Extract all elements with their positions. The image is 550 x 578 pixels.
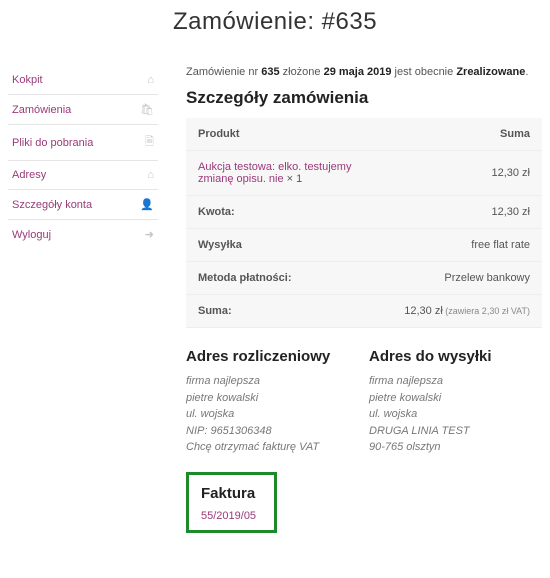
row-shipping: Wysyłka free flat rate bbox=[186, 229, 542, 262]
sidebar-item-account-details[interactable]: Szczegóły konta 👤 bbox=[8, 190, 158, 220]
dashboard-icon: ⌂ bbox=[147, 74, 154, 86]
billing-heading: Adres rozliczeniowy bbox=[186, 348, 359, 365]
account-icon: 👤 bbox=[140, 198, 154, 211]
shipping-heading: Adres do wysyłki bbox=[369, 348, 542, 365]
row-payment-method: Metoda płatności: Przelew bankowy bbox=[186, 262, 542, 295]
product-price: 12,30 zł bbox=[392, 151, 542, 196]
invoice-box: Faktura 55/2019/05 bbox=[186, 472, 277, 533]
order-status-line: Zamówienie nr 635 złożone 29 maja 2019 j… bbox=[186, 66, 542, 78]
orders-icon: 🛍 bbox=[140, 103, 154, 116]
sidebar-label: Adresy bbox=[12, 169, 46, 181]
account-sidebar: Kokpit ⌂ Zamówienia 🛍 Pliki do pobrania … bbox=[8, 66, 158, 533]
sidebar-item-logout[interactable]: Wyloguj ➜ bbox=[8, 220, 158, 249]
order-details-table: Produkt Suma Aukcja testowa: elko. testu… bbox=[186, 118, 542, 328]
row-total: Suma: 12,30 zł (zawiera 2,30 zł VAT) bbox=[186, 295, 542, 328]
product-link[interactable]: Aukcja testowa: elko. testujemy zmianę o… bbox=[198, 161, 351, 185]
col-sum: Suma bbox=[392, 118, 542, 151]
sidebar-label: Pliki do pobrania bbox=[12, 137, 93, 149]
sidebar-label: Zamówienia bbox=[12, 104, 71, 116]
invoice-heading: Faktura bbox=[201, 485, 256, 502]
sidebar-item-downloads[interactable]: Pliki do pobrania 🗎 bbox=[8, 125, 158, 161]
invoice-link[interactable]: 55/2019/05 bbox=[201, 510, 256, 522]
order-main: Zamówienie nr 635 złożone 29 maja 2019 j… bbox=[158, 66, 542, 533]
order-details-heading: Szczegóły zamówienia bbox=[186, 88, 542, 108]
downloads-icon: 🗎 bbox=[145, 133, 154, 152]
sidebar-label: Kokpit bbox=[12, 74, 43, 86]
sidebar-item-addresses[interactable]: Adresy ⌂ bbox=[8, 161, 158, 190]
sidebar-item-dashboard[interactable]: Kokpit ⌂ bbox=[8, 66, 158, 95]
addresses-section: Adres rozliczeniowy firma najlepsza piet… bbox=[186, 342, 542, 456]
row-kwota: Kwota: 12,30 zł bbox=[186, 196, 542, 229]
shipping-address: Adres do wysyłki firma najlepsza pietre … bbox=[369, 342, 542, 456]
page-title: Zamówienie: #635 bbox=[0, 0, 550, 66]
logout-icon: ➜ bbox=[145, 228, 154, 241]
sidebar-label: Wyloguj bbox=[12, 229, 51, 241]
sidebar-item-orders[interactable]: Zamówienia 🛍 bbox=[8, 95, 158, 125]
col-product: Produkt bbox=[186, 118, 392, 151]
billing-address: Adres rozliczeniowy firma najlepsza piet… bbox=[186, 342, 359, 456]
product-row: Aukcja testowa: elko. testujemy zmianę o… bbox=[186, 151, 542, 196]
sidebar-label: Szczegóły konta bbox=[12, 199, 92, 211]
addresses-icon: ⌂ bbox=[147, 169, 154, 181]
